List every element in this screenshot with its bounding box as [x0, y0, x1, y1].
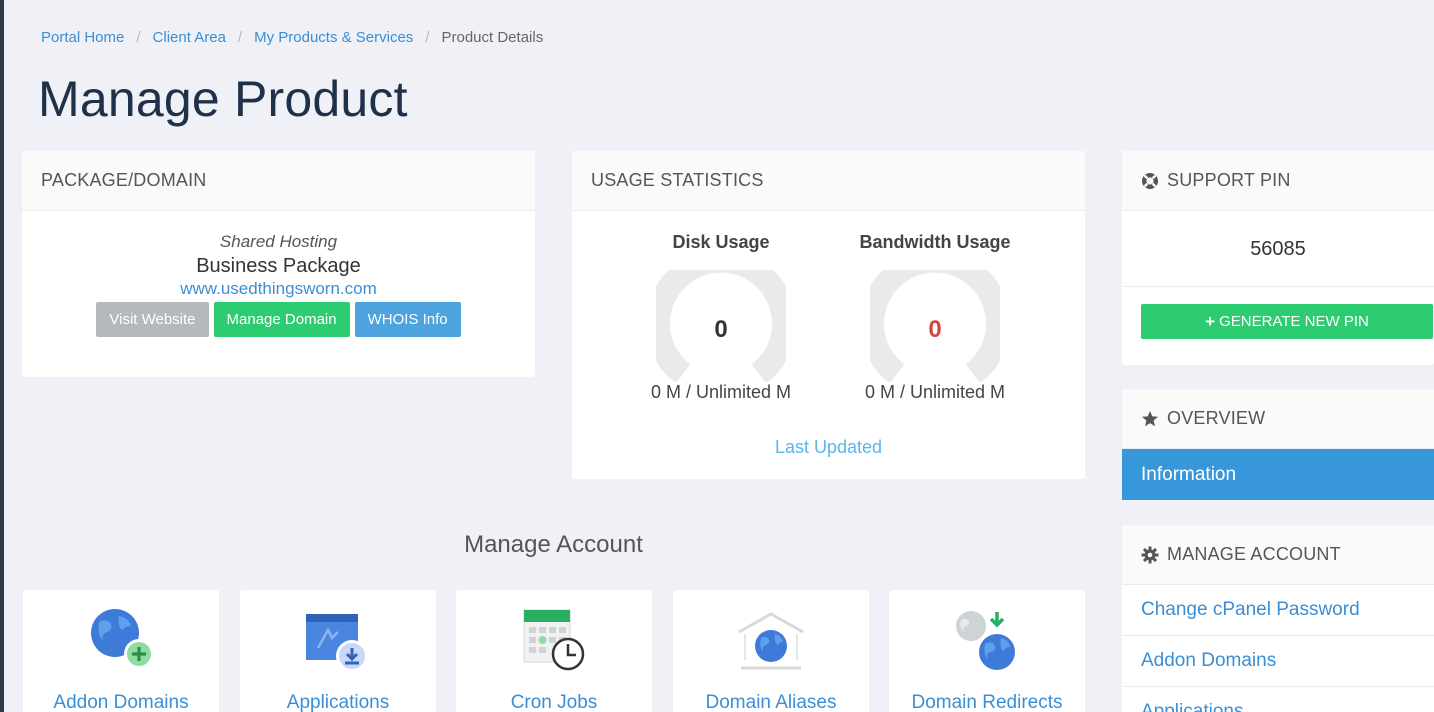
- gear-icon: [1141, 546, 1159, 564]
- generate-new-pin-button[interactable]: + GENERATE NEW PIN: [1141, 304, 1433, 339]
- left-edge-bar: [0, 0, 4, 712]
- tile-addon-domains[interactable]: Addon Domains: [23, 590, 219, 712]
- whois-info-button[interactable]: WHOIS Info: [354, 302, 461, 337]
- overview-heading-row: OVERVIEW: [1122, 389, 1434, 449]
- page-title: Manage Product: [38, 71, 408, 127]
- package-name: Business Package: [196, 255, 361, 277]
- overview-panel: OVERVIEW Information: [1122, 389, 1434, 500]
- manage-account-sidebar-heading: MANAGE ACCOUNT: [1167, 544, 1341, 564]
- calendar-clock-icon: [518, 608, 590, 674]
- life-ring-icon: [1141, 172, 1159, 190]
- visit-website-button[interactable]: Visit Website: [96, 302, 209, 337]
- disk-usage-value: 0: [714, 316, 728, 343]
- disk-usage-amount: 0 M / Unlimited M: [650, 382, 792, 402]
- bandwidth-usage-gauge: 0: [870, 270, 1000, 382]
- tile-applications-label: Applications: [286, 692, 390, 712]
- tile-cron-jobs-label: Cron Jobs: [510, 692, 598, 712]
- last-updated-text: Last Updated: [774, 437, 883, 457]
- breadcrumb: Portal Home / Client Area / My Products …: [41, 29, 543, 46]
- usage-statistics-panel: USAGE STATISTICS Disk Usage 0 0 M / Unli…: [572, 151, 1085, 479]
- bandwidth-usage-column: Bandwidth Usage 0 0 M / Unlimited M: [828, 211, 1042, 403]
- tile-domain-redirects[interactable]: Domain Redirects: [889, 590, 1085, 712]
- tile-domain-redirects-label: Domain Redirects: [911, 692, 1063, 712]
- applications-install-icon: [302, 608, 374, 674]
- globe-alias-icon: [735, 608, 807, 674]
- support-pin-value: 56085: [1122, 211, 1434, 287]
- sidebar-link-change-cpanel-password[interactable]: Change cPanel Password: [1122, 585, 1434, 636]
- globe-plus-icon: [85, 608, 157, 674]
- bandwidth-usage-label: Bandwidth Usage: [859, 232, 1011, 252]
- bandwidth-usage-amount: 0 M / Unlimited M: [864, 382, 1006, 402]
- breadcrumb-portal-home[interactable]: Portal Home: [41, 29, 124, 46]
- breadcrumb-my-products[interactable]: My Products & Services: [254, 29, 413, 46]
- generate-new-pin-label: GENERATE NEW PIN: [1219, 313, 1369, 330]
- manage-account-sidebar: MANAGE ACCOUNT Change cPanel Password Ad…: [1122, 525, 1434, 712]
- manage-account-heading: Manage Account: [464, 531, 643, 558]
- breadcrumb-current: Product Details: [441, 29, 544, 46]
- package-panel-heading: PACKAGE/DOMAIN: [22, 151, 535, 211]
- disk-usage-label: Disk Usage: [672, 232, 770, 252]
- breadcrumb-client-area[interactable]: Client Area: [153, 29, 226, 46]
- package-type: Shared Hosting: [219, 232, 338, 251]
- tile-domain-aliases[interactable]: Domain Aliases: [673, 590, 869, 712]
- usage-panel-heading: USAGE STATISTICS: [572, 151, 1085, 211]
- star-icon: [1141, 410, 1159, 428]
- breadcrumb-separator: /: [136, 29, 141, 46]
- tile-addon-domains-label: Addon Domains: [53, 692, 189, 712]
- plus-icon: +: [1205, 311, 1216, 331]
- support-pin-panel: SUPPORT PIN 56085 + GENERATE NEW PIN: [1122, 151, 1434, 365]
- tile-cron-jobs[interactable]: Cron Jobs: [456, 590, 652, 712]
- globe-redirect-icon: [951, 608, 1023, 674]
- breadcrumb-separator: /: [237, 29, 243, 46]
- manage-account-sidebar-heading-row: MANAGE ACCOUNT: [1122, 525, 1434, 585]
- overview-heading: OVERVIEW: [1167, 408, 1266, 428]
- tile-applications[interactable]: Applications: [240, 590, 436, 712]
- bandwidth-usage-value: 0: [928, 316, 942, 343]
- overview-information-item[interactable]: Information: [1122, 449, 1434, 500]
- tile-domain-aliases-label: Domain Aliases: [705, 692, 837, 712]
- package-domain-panel: PACKAGE/DOMAIN Shared Hosting Business P…: [22, 151, 535, 377]
- manage-domain-button[interactable]: Manage Domain: [213, 302, 350, 337]
- support-pin-heading-row: SUPPORT PIN: [1122, 151, 1434, 211]
- sidebar-link-applications[interactable]: Applications: [1122, 687, 1434, 712]
- breadcrumb-separator: /: [425, 29, 430, 46]
- sidebar-link-addon-domains[interactable]: Addon Domains: [1122, 636, 1434, 687]
- package-domain-link[interactable]: www.usedthingsworn.com: [22, 279, 535, 299]
- disk-usage-column: Disk Usage 0 0 M / Unlimited M: [614, 211, 828, 403]
- support-pin-heading: SUPPORT PIN: [1167, 170, 1291, 190]
- disk-usage-gauge: 0: [656, 270, 786, 382]
